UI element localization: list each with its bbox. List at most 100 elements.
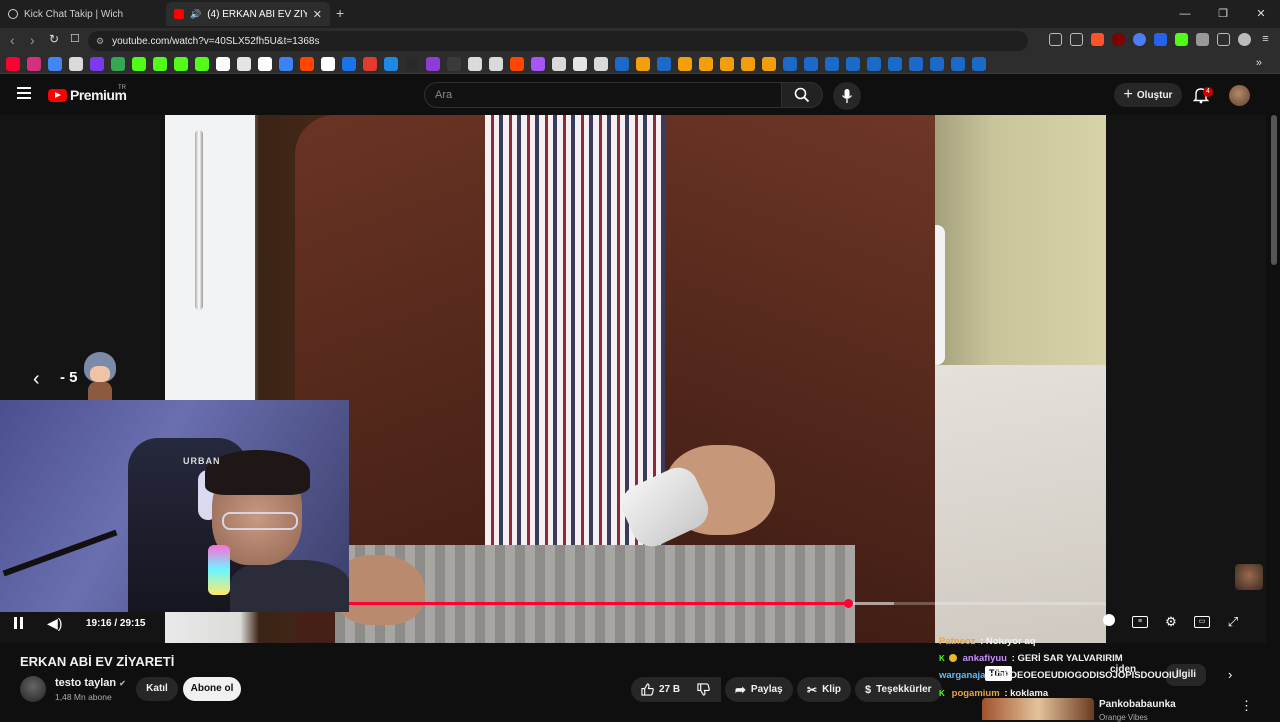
bookmark-favicon-icon[interactable] <box>174 56 188 71</box>
bookmark-favicon-icon[interactable] <box>6 56 20 71</box>
bookmark-favicon-icon[interactable] <box>510 56 524 71</box>
extension-icon[interactable] <box>1154 33 1167 46</box>
join-button[interactable]: Katıl <box>136 677 178 701</box>
bookmark-favicon-icon[interactable] <box>405 56 419 71</box>
maximize-button[interactable]: ❐ <box>1204 0 1242 28</box>
bookmark-favicon-icon[interactable] <box>69 56 83 71</box>
volume-icon[interactable]: ◀︎) <box>47 615 62 632</box>
chevron-right-icon[interactable]: › <box>1228 667 1232 682</box>
miniplayer-icon[interactable]: ▭ <box>1194 616 1210 628</box>
autoplay-toggle-icon[interactable] <box>1100 614 1118 630</box>
new-tab-button[interactable]: + <box>336 5 344 21</box>
bookmark-icon[interactable]: ☐ <box>70 32 80 45</box>
fullscreen-icon[interactable]: ⤢ <box>1224 614 1242 630</box>
bookmark-favicon-icon[interactable] <box>468 56 482 71</box>
sidebar-icon[interactable] <box>1217 33 1230 46</box>
page-scrollbar[interactable] <box>1271 115 1277 265</box>
recommended-video-title[interactable]: Pankobabaunka <box>1099 699 1176 710</box>
bookmark-favicon-icon[interactable] <box>552 56 566 71</box>
bookmark-favicon-icon[interactable] <box>237 56 251 71</box>
bookmark-favicon-icon[interactable] <box>531 56 545 71</box>
menu-icon[interactable]: ≡ <box>1259 33 1272 46</box>
bookmark-favicon-icon[interactable] <box>489 56 503 71</box>
bookmark-favicon-icon[interactable] <box>951 56 965 71</box>
bookmarks-overflow-icon[interactable]: » <box>1256 57 1262 69</box>
pause-button[interactable] <box>14 617 23 629</box>
tab-youtube[interactable]: 🔊 (4) ERKAN ABİ EV ZİYARETİ - ✕ <box>166 2 330 26</box>
bookmark-favicon-icon[interactable] <box>783 56 797 71</box>
bookmark-favicon-icon[interactable] <box>867 56 881 71</box>
bookmark-favicon-icon[interactable] <box>447 56 461 71</box>
bookmark-favicon-icon[interactable] <box>48 56 62 71</box>
bookmark-favicon-icon[interactable] <box>279 56 293 71</box>
bookmark-favicon-icon[interactable] <box>132 56 146 71</box>
bookmark-favicon-icon[interactable] <box>720 56 734 71</box>
bookmark-favicon-icon[interactable] <box>195 56 209 71</box>
create-button[interactable]: + Oluştur <box>1114 83 1182 107</box>
media-icon[interactable] <box>1238 33 1251 46</box>
bookmark-favicon-icon[interactable] <box>657 56 671 71</box>
clip-button[interactable]: ✂ Klip <box>797 677 851 702</box>
minimize-button[interactable]: — <box>1166 0 1204 28</box>
close-window-button[interactable]: ✕ <box>1242 0 1280 28</box>
settings-gear-icon[interactable]: ⚙ <box>1162 614 1180 630</box>
subscribe-button[interactable]: Abone ol <box>183 677 241 701</box>
bookmark-favicon-icon[interactable] <box>258 56 272 71</box>
dislike-button[interactable] <box>689 677 719 702</box>
bookmark-favicon-icon[interactable] <box>426 56 440 71</box>
voice-search-button[interactable] <box>833 82 861 110</box>
progress-scrubber[interactable] <box>843 599 853 608</box>
bookmark-favicon-icon[interactable] <box>888 56 902 71</box>
bookmark-favicon-icon[interactable] <box>216 56 230 71</box>
account-avatar[interactable] <box>1229 85 1250 106</box>
bookmark-favicon-icon[interactable] <box>573 56 587 71</box>
bookmark-favicon-icon[interactable] <box>111 56 125 71</box>
back-icon[interactable]: ‹ <box>10 32 15 48</box>
close-tab-icon[interactable]: ✕ <box>313 8 322 21</box>
menu-icon[interactable] <box>17 87 31 99</box>
bookmark-favicon-icon[interactable] <box>615 56 629 71</box>
bookmark-favicon-icon[interactable] <box>636 56 650 71</box>
extension-icon[interactable] <box>1133 33 1146 46</box>
url-field[interactable]: ⚙ youtube.com/watch?v=40SLX52fh5U&t=1368… <box>88 31 1028 51</box>
bookmark-favicon-icon[interactable] <box>762 56 776 71</box>
bookmark-favicon-icon[interactable] <box>90 56 104 71</box>
search-button[interactable] <box>781 82 823 108</box>
bookmark-favicon-icon[interactable] <box>384 56 398 71</box>
bookmark-favicon-icon[interactable] <box>846 56 860 71</box>
site-info-icon[interactable]: ⚙ <box>96 36 104 47</box>
cast-icon[interactable] <box>1049 33 1062 46</box>
bookmark-favicon-icon[interactable] <box>678 56 692 71</box>
puzzle-icon[interactable] <box>1196 33 1209 46</box>
share-button[interactable]: ➦ Paylaş <box>725 677 793 702</box>
thanks-button[interactable]: $ Teşekkürler <box>855 677 942 702</box>
brave-shield-icon[interactable] <box>1091 33 1104 46</box>
bookmark-favicon-icon[interactable] <box>909 56 923 71</box>
bookmark-favicon-icon[interactable] <box>825 56 839 71</box>
ublock-icon[interactable] <box>1112 33 1125 46</box>
bookmark-favicon-icon[interactable] <box>972 56 986 71</box>
youtube-premium-logo[interactable]: Premium <box>48 87 127 103</box>
bookmark-favicon-icon[interactable] <box>342 56 356 71</box>
channel-avatar[interactable] <box>20 676 46 702</box>
bookmark-favicon-icon[interactable] <box>153 56 167 71</box>
recommended-video-thumbnail[interactable] <box>982 698 1094 720</box>
bookmark-favicon-icon[interactable] <box>594 56 608 71</box>
bookmark-favicon-icon[interactable] <box>300 56 314 71</box>
bookmark-favicon-icon[interactable] <box>321 56 335 71</box>
bookmark-favicon-icon[interactable] <box>930 56 944 71</box>
search-input[interactable]: Ara <box>424 82 782 108</box>
bookmark-favicon-icon[interactable] <box>741 56 755 71</box>
channel-name[interactable]: testo taylan ✔ <box>55 677 126 689</box>
bookmark-favicon-icon[interactable] <box>363 56 377 71</box>
more-options-icon[interactable]: ⋮ <box>1240 698 1253 714</box>
bookmark-favicon-icon[interactable] <box>699 56 713 71</box>
share-icon[interactable] <box>1070 33 1083 46</box>
reload-icon[interactable]: ↻ <box>49 32 59 46</box>
subtitles-icon[interactable]: ≡ <box>1132 616 1148 628</box>
forward-icon[interactable]: › <box>30 32 35 48</box>
bookmark-favicon-icon[interactable] <box>27 56 41 71</box>
tab-kick-chat[interactable]: Kick Chat Takip | Wich <box>0 2 166 26</box>
kick-extension-icon[interactable] <box>1175 33 1188 46</box>
bookmark-favicon-icon[interactable] <box>804 56 818 71</box>
